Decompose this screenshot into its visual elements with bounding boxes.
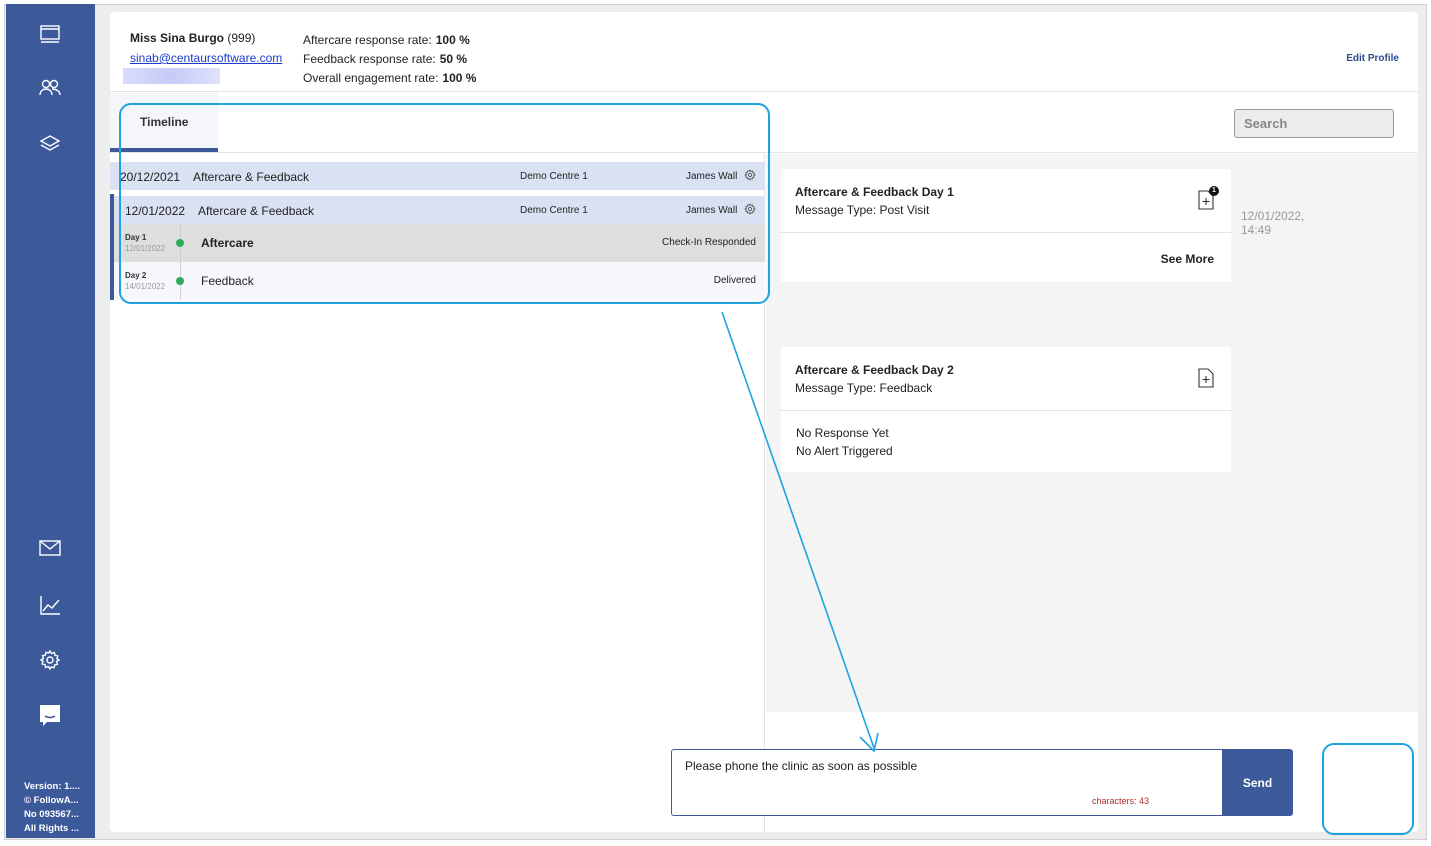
stat-value: 50 % bbox=[439, 52, 468, 66]
card-message-type: Message Type: Post Visit bbox=[795, 203, 930, 217]
message-composer[interactable]: Please phone the clinic as soon as possi… bbox=[671, 749, 1224, 816]
redacted-field bbox=[123, 68, 220, 84]
timestamp-date: 12/01/2022, bbox=[1241, 209, 1305, 223]
sidebar: Version: 1.... © FollowA... No 093567...… bbox=[6, 4, 95, 838]
patient-header: Miss Sina Burgo (999) sinab@centaursoftw… bbox=[110, 12, 1418, 92]
footer-line: © FollowA... bbox=[24, 795, 79, 806]
stat-value: 100 % bbox=[442, 71, 477, 85]
see-more-button[interactable]: See More bbox=[1161, 252, 1214, 266]
character-count: characters: 43 bbox=[1092, 796, 1150, 806]
engagement-stats: Aftercare response rate: 100 % Feedback r… bbox=[303, 31, 476, 88]
stat-label: Overall engagement rate: bbox=[303, 71, 439, 85]
add-document-icon[interactable] bbox=[1198, 368, 1214, 388]
message-card: Aftercare & Feedback Day 2 Message Type:… bbox=[781, 347, 1231, 472]
stat-overall: Overall engagement rate: 100 % bbox=[303, 69, 476, 88]
stat-aftercare: Aftercare response rate: 100 % bbox=[303, 31, 476, 50]
footer-line: Version: 1.... bbox=[24, 781, 80, 792]
card-title: Aftercare & Feedback Day 1 bbox=[795, 185, 954, 199]
card-message-type: Message Type: Feedback bbox=[795, 381, 933, 395]
layers-icon[interactable] bbox=[36, 130, 64, 158]
chat-icon[interactable] bbox=[36, 702, 64, 730]
stat-label: Feedback response rate: bbox=[303, 52, 436, 66]
message-card: Aftercare & Feedback Day 1 Message Type:… bbox=[781, 169, 1231, 282]
settings-icon[interactable] bbox=[36, 646, 64, 674]
chart-icon[interactable] bbox=[36, 591, 64, 619]
mail-icon[interactable] bbox=[36, 534, 64, 562]
send-button[interactable]: Send bbox=[1222, 749, 1293, 816]
patient-name: Miss Sina Burgo (999) bbox=[130, 31, 255, 45]
footer-line: All Rights ... bbox=[24, 823, 79, 834]
annotation-highlight-timeline bbox=[119, 103, 770, 304]
annotation-highlight-send bbox=[1322, 743, 1414, 835]
patient-id: (999) bbox=[227, 31, 256, 45]
card-title: Aftercare & Feedback Day 2 bbox=[795, 363, 954, 377]
patients-icon[interactable] bbox=[36, 74, 64, 102]
stat-label: Aftercare response rate: bbox=[303, 33, 432, 47]
alert-status: No Alert Triggered bbox=[796, 444, 893, 458]
footer-line: No 093567... bbox=[24, 809, 79, 820]
stat-feedback: Feedback response rate: 50 % bbox=[303, 50, 476, 69]
message-panel: Aftercare & Feedback Day 1 Message Type:… bbox=[766, 154, 1418, 712]
stat-value: 100 % bbox=[435, 33, 470, 47]
card-divider bbox=[781, 232, 1231, 233]
message-timestamp: 12/01/2022, 14:49 bbox=[1241, 209, 1304, 237]
notification-badge: 1 bbox=[1209, 186, 1219, 196]
version-footer: Version: 1.... © FollowA... No 093567...… bbox=[24, 780, 94, 836]
card-divider bbox=[781, 410, 1231, 411]
response-status: No Response Yet bbox=[796, 426, 889, 440]
edit-profile-link[interactable]: Edit Profile bbox=[1346, 53, 1399, 64]
message-text: Please phone the clinic as soon as possi… bbox=[685, 759, 918, 773]
patient-name-text: Miss Sina Burgo bbox=[130, 31, 225, 45]
patient-email-link[interactable]: sinab@centaursoftware.com bbox=[130, 51, 282, 65]
dashboard-icon[interactable] bbox=[36, 20, 64, 48]
timestamp-time: 14:49 bbox=[1241, 223, 1272, 237]
search-input[interactable] bbox=[1234, 109, 1394, 138]
